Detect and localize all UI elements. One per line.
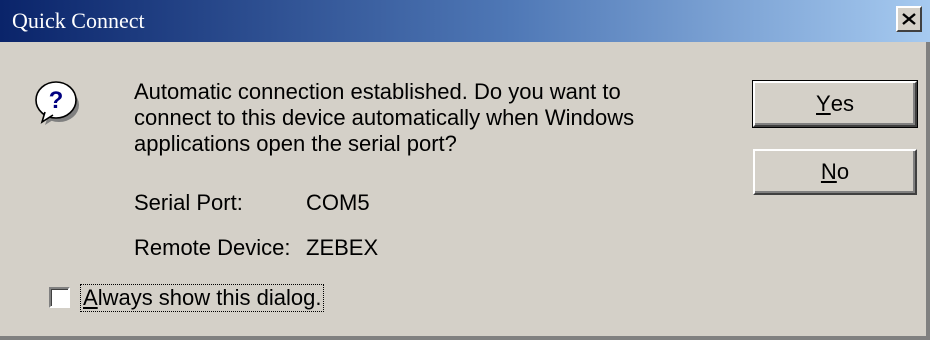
remote-device-row: Remote Device: ZEBEX [134, 235, 378, 261]
yes-button[interactable]: Yes [752, 80, 918, 128]
serial-port-row: Serial Port: COM5 [134, 190, 370, 216]
close-icon [902, 13, 916, 25]
serial-port-value: COM5 [306, 190, 370, 215]
remote-device-label: Remote Device: [134, 235, 291, 260]
always-show-accel: A [83, 285, 98, 310]
title-bar[interactable]: Quick Connect [0, 0, 930, 42]
no-button[interactable]: No [753, 149, 917, 195]
always-show-checkbox[interactable] [49, 287, 70, 308]
window-title: Quick Connect [12, 8, 145, 33]
question-icon: ? [35, 81, 79, 125]
serial-port-label: Serial Port: [134, 190, 243, 215]
always-show-label-text: lways show this dialog. [97, 285, 322, 310]
dialog-message: Automatic connection established. Do you… [134, 79, 635, 156]
remote-device-value: ZEBEX [306, 235, 379, 260]
svg-text:?: ? [49, 87, 64, 114]
no-button-accel: N [820, 159, 837, 184]
no-button-label: o [836, 159, 850, 184]
yes-button-label: es [830, 91, 854, 116]
quick-connect-dialog: Quick Connect ? Automatic connection est… [0, 0, 930, 340]
close-button[interactable] [896, 6, 922, 32]
always-show-checkbox-label[interactable]: Always show this dialog. [80, 284, 325, 312]
yes-button-accel: Y [816, 91, 831, 116]
